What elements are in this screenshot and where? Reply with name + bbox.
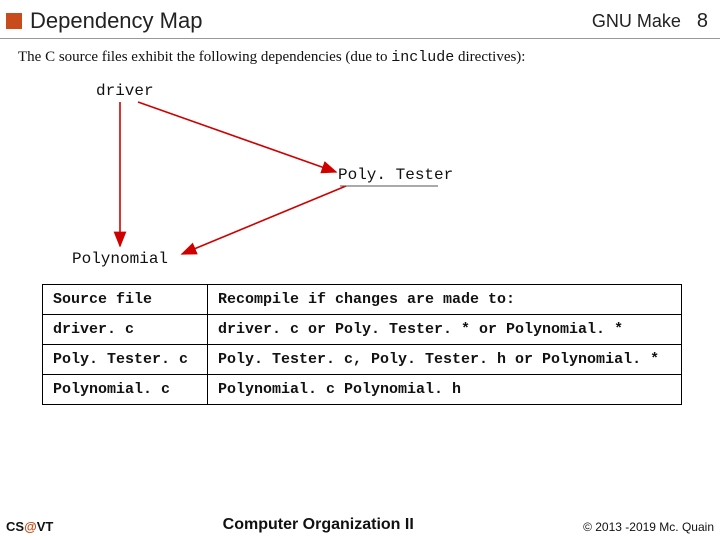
node-polynomial: Polynomial [72,250,168,268]
slide-subject: GNU Make [592,11,681,32]
intro-prefix: The C source files exhibit the following… [18,49,391,65]
slide-page-number: 8 [697,10,708,33]
table-cell: Poly. Tester. c, Poly. Tester. h or Poly… [208,345,682,375]
slide-title: Dependency Map [30,8,592,34]
dependency-diagram: driver Poly. Tester Polynomial [18,74,702,274]
dependency-table-wrap: Source file Recompile if changes are mad… [42,284,678,405]
table-cell: Poly. Tester. c [43,345,208,375]
footer-left: CS@VT [6,519,53,534]
intro-text: The C source files exhibit the following… [18,49,702,66]
table-row: Poly. Tester. c Poly. Tester. c, Poly. T… [43,345,682,375]
footer-at: @ [24,519,37,534]
table-row: driver. c driver. c or Poly. Tester. * o… [43,315,682,345]
node-polytester: Poly. Tester [338,166,453,184]
slide-body: The C source files exhibit the following… [0,39,720,405]
header-accent-square [6,13,22,29]
table-header-recompile: Recompile if changes are made to: [208,285,682,315]
footer-center: Computer Organization II [53,516,583,534]
footer-right: © 2013 -2019 Mc. Quain [583,520,714,534]
intro-suffix: directives): [454,49,525,65]
table-cell: Polynomial. c [43,375,208,405]
table-cell: driver. c [43,315,208,345]
table-cell: Polynomial. c Polynomial. h [208,375,682,405]
table-row: Polynomial. c Polynomial. c Polynomial. … [43,375,682,405]
table-row: Source file Recompile if changes are mad… [43,285,682,315]
table-cell: driver. c or Poly. Tester. * or Polynomi… [208,315,682,345]
dependency-table: Source file Recompile if changes are mad… [42,284,682,405]
table-header-source: Source file [43,285,208,315]
footer-vt: VT [37,519,54,534]
slide-header: Dependency Map GNU Make 8 [0,0,720,39]
slide-footer: CS@VT Computer Organization II © 2013 -2… [0,516,720,534]
intro-mono: include [391,49,454,66]
node-driver: driver [96,82,154,100]
footer-cs: CS [6,519,24,534]
